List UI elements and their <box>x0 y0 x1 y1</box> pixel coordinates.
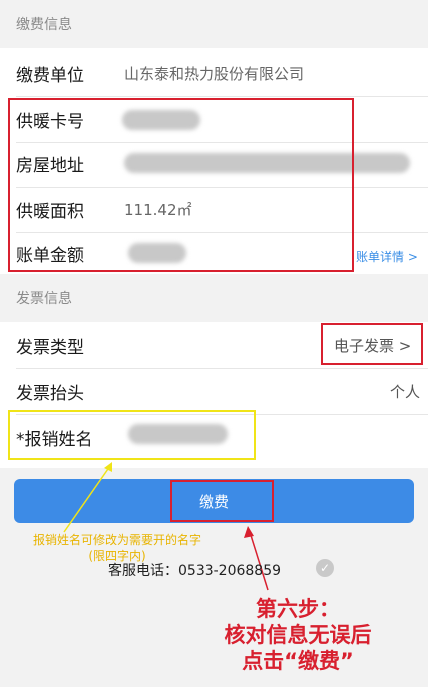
annotation-arrows <box>63 462 269 591</box>
yellow-arrow-head <box>104 462 112 472</box>
annotation-step-line2: 核对信息无误后 <box>224 623 372 647</box>
service-phone[interactable]: 客服电话：0533-2068859 <box>108 560 281 580</box>
red-arrow-head <box>244 526 254 538</box>
yellow-arrow-line <box>63 465 111 533</box>
annotation-step-line3: 点击“缴费” <box>242 649 354 673</box>
annotation-yellow-note-line1: 报销姓名可修改为需要开的名字 <box>32 533 201 547</box>
annotation-step-text: 第六步： 核对信息无误后 点击“缴费” <box>188 596 408 674</box>
check-icon: ✓ <box>316 559 334 577</box>
annotation-step-line1: 第六步： <box>256 597 340 621</box>
